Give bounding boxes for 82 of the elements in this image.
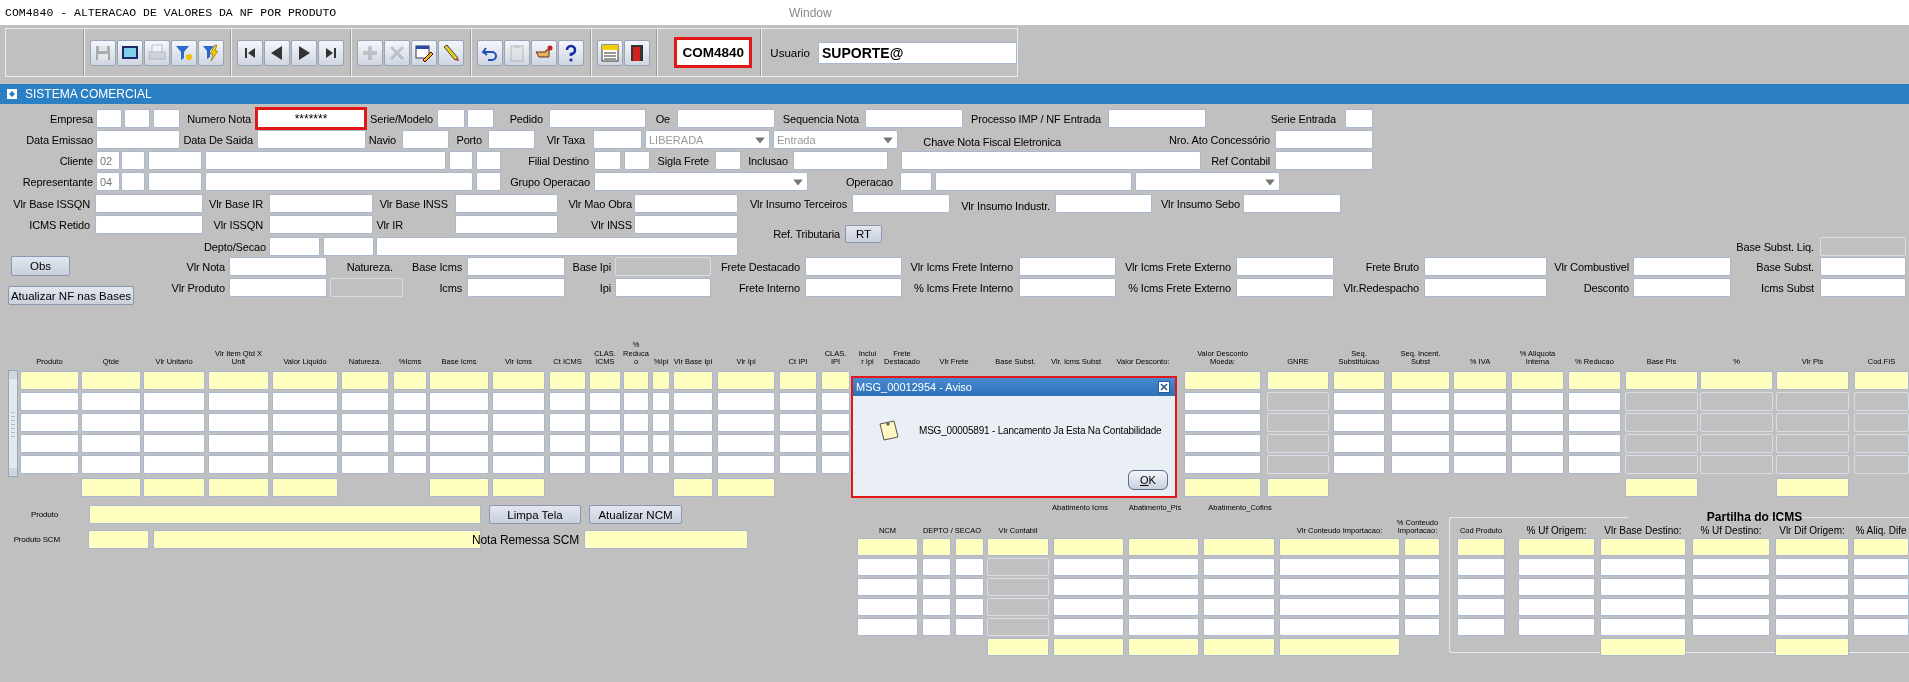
field-label: Vlr Base IR bbox=[209, 197, 263, 210]
field-label: Serie Entrada bbox=[1270, 112, 1336, 125]
field-label: Produto bbox=[31, 510, 58, 519]
action-button[interactable]: RT bbox=[845, 225, 882, 243]
window-menu[interactable]: Window bbox=[789, 5, 832, 20]
field-label: Frete Interno bbox=[738, 281, 800, 294]
field-label: Chave Nota Fiscal Eletronica bbox=[923, 135, 1061, 148]
field-label: Ref. Tributaria bbox=[773, 227, 840, 240]
field-label: Sigla Frete bbox=[657, 154, 709, 167]
group-title: Partilha do ICMS bbox=[1705, 510, 1804, 524]
field-label: Vlr IR bbox=[376, 218, 403, 231]
action-button[interactable]: Atualizar NCM bbox=[589, 505, 682, 524]
action-button[interactable]: Obs bbox=[11, 256, 70, 276]
field-label: Produto SCM bbox=[13, 535, 60, 544]
field-label: Numero Nota bbox=[187, 112, 251, 125]
field-label: Data Emissao bbox=[26, 133, 93, 146]
dialog-title: MSG_00012954 - Aviso bbox=[856, 381, 972, 393]
field-label: Operacao bbox=[845, 175, 893, 188]
field-label: Ipi bbox=[599, 281, 611, 294]
column-header: % Aliq. Dife bbox=[1855, 524, 1907, 536]
field-label: Porto bbox=[456, 133, 482, 146]
ok-button[interactable]: OK bbox=[1128, 470, 1168, 490]
field-label: Empresa bbox=[50, 112, 93, 125]
field-label: Icms Subst bbox=[1761, 281, 1814, 294]
column-header: % Uf Origem: bbox=[1526, 524, 1587, 536]
field-label: Vlr Base ISSQN bbox=[13, 197, 90, 210]
field-label: Vlr Insumo Industr. bbox=[961, 199, 1050, 212]
field-label: Inclusao bbox=[748, 154, 788, 167]
field-label: Processo IMP / NF Entrada bbox=[971, 112, 1101, 125]
user-label: Usuario bbox=[770, 46, 810, 59]
field-label: Navio bbox=[368, 133, 396, 146]
field-label: Vlr Icms Frete Interno bbox=[910, 260, 1013, 273]
field-label: Vlr Produto bbox=[171, 281, 225, 294]
field-label: Vlr Icms Frete Externo bbox=[1124, 260, 1231, 273]
column-header: Vlr Base Destino: bbox=[1604, 524, 1682, 536]
field-label: Serie/Modelo bbox=[370, 112, 433, 125]
field-label: Vlr Nota bbox=[186, 260, 225, 273]
column-header: % Uf Destino: bbox=[1700, 524, 1762, 536]
field-label: Base Icms bbox=[412, 260, 462, 273]
text-field[interactable]: 02 bbox=[96, 151, 120, 170]
field-label: Oe bbox=[655, 112, 670, 125]
field-label: Depto/Secao bbox=[204, 240, 266, 253]
field-label: Cliente bbox=[59, 154, 93, 167]
field-label: Base Ipi bbox=[572, 260, 611, 273]
field-label: Icms bbox=[439, 281, 462, 294]
field-label: Pedido bbox=[509, 112, 543, 125]
field-label: Representante bbox=[22, 175, 93, 188]
field-label: Vlr Taxa bbox=[546, 133, 585, 146]
window-title: COM4840 - ALTERACAO DE VALORES DA NF POR PRODUTO bbox=[5, 6, 338, 19]
user-field[interactable]: SUPORTE@ bbox=[818, 41, 1017, 64]
text-field[interactable]: ******* bbox=[255, 107, 367, 130]
column-header: Vlr Dif Origem: bbox=[1779, 524, 1845, 536]
field-label: Natureza. bbox=[346, 260, 393, 273]
field-label: ICMS Retido bbox=[29, 218, 90, 231]
field-label: Grupo Operacao bbox=[510, 175, 590, 188]
text-field[interactable]: 04 bbox=[96, 172, 120, 191]
field-label: Frete Destacado bbox=[720, 260, 800, 273]
panel-title: SISTEMA COMERCIAL bbox=[25, 87, 152, 101]
action-button[interactable]: Atualizar NF nas Bases bbox=[8, 286, 134, 305]
field-label: Vlr Base INSS bbox=[379, 197, 448, 210]
action-button[interactable]: Limpa Tela bbox=[489, 505, 581, 524]
dialog-message: MSG_00005891 - Lancamento Ja Esta Na Contabilidade bbox=[919, 424, 1162, 436]
form-code: COM4840 bbox=[674, 37, 753, 68]
field-label: Nota Remessa SCM bbox=[472, 532, 579, 547]
field-label: Vlr Insumo Terceiros bbox=[749, 197, 847, 210]
field-label: Vlr INSS bbox=[591, 218, 632, 231]
field-label: Vlr.Redespacho bbox=[1343, 281, 1419, 294]
field-label: Frete Bruto bbox=[1365, 260, 1419, 273]
field-label: Nro. Ato Concessório bbox=[1169, 133, 1270, 146]
field-label: Filial Destino bbox=[528, 154, 589, 167]
field-label: Data De Saida bbox=[183, 133, 253, 146]
field-label: % Icms Frete Interno bbox=[913, 281, 1013, 294]
field-label: Vlr Combustivel bbox=[1554, 260, 1629, 273]
field-label: Vlr ISSQN bbox=[213, 218, 263, 231]
field-label: Ref Contabil bbox=[1211, 154, 1270, 167]
field-label: Vlr Insumo Sebo bbox=[1160, 197, 1240, 210]
field-label: Desconto bbox=[1583, 281, 1629, 294]
field-label: Base Subst. bbox=[1756, 260, 1814, 273]
field-label: Sequencia Nota bbox=[782, 112, 859, 125]
field-label: % Icms Frete Externo bbox=[1128, 281, 1231, 294]
field-label: Vlr Mao Obra bbox=[568, 197, 632, 210]
field-label: Base Subst. Liq. bbox=[1736, 240, 1814, 253]
